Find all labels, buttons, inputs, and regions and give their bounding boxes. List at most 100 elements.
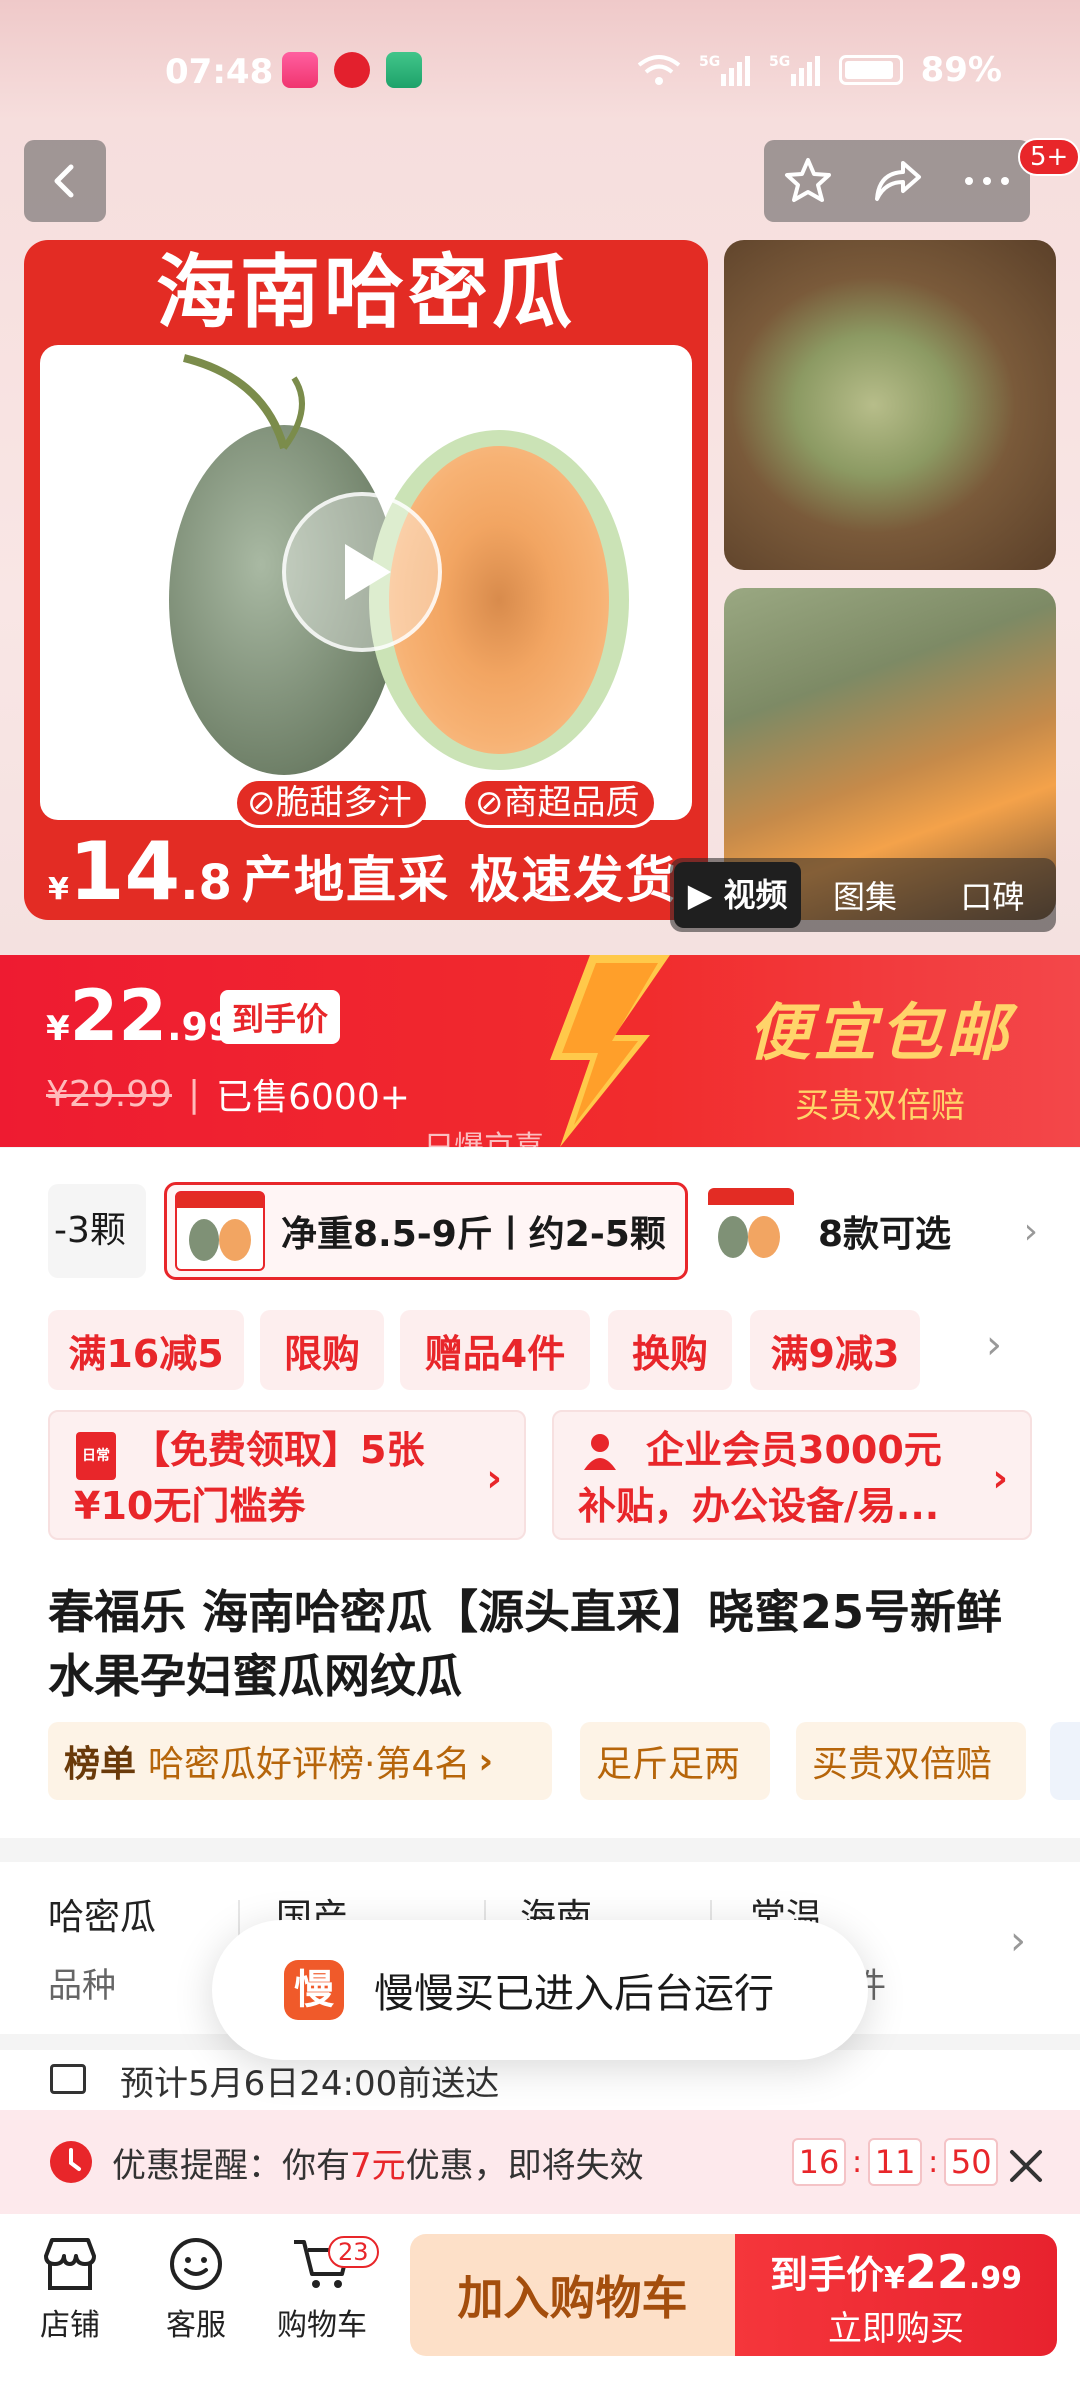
promo-text: 满16减5 xyxy=(68,1331,224,1376)
guarantee-chip: 买贵双倍赔 xyxy=(796,1722,1026,1800)
signal-icon: 5G xyxy=(699,54,750,86)
chevron-right-icon[interactable]: › xyxy=(986,1322,1002,1368)
store-icon xyxy=(44,2238,96,2290)
countdown-timer: 16: 11: 50 xyxy=(792,2138,999,2186)
chevron-right-icon: › xyxy=(1023,1210,1038,1252)
service-button[interactable]: 客服 xyxy=(136,2236,256,2344)
divider: | xyxy=(187,1073,201,1115)
activity-price-label: 活动到手价 xyxy=(48,790,189,823)
back-button[interactable] xyxy=(24,140,106,222)
chat-smile-icon xyxy=(170,2238,222,2290)
buy-symbol: ¥ xyxy=(883,2261,905,2296)
promo-tag[interactable]: 满9减3 xyxy=(750,1310,920,1390)
notification-app-icon xyxy=(334,52,370,88)
action-group xyxy=(764,140,1030,222)
price-dec: .8 xyxy=(180,855,232,911)
buy-prefix: 到手价 xyxy=(769,2253,884,2297)
promo-tag[interactable]: 限购 xyxy=(260,1310,384,1390)
shop-label: 店铺 xyxy=(40,2308,100,2343)
more-icon[interactable] xyxy=(962,171,1012,191)
status-bar: 07:48 5G 5G 89% xyxy=(0,0,1080,140)
add-to-cart-button[interactable]: 加入购物车 xyxy=(410,2234,735,2356)
signal-icon: 5G xyxy=(769,54,820,86)
buy-int: 22 xyxy=(904,2245,969,2299)
reminder-amount: 7元 xyxy=(350,2145,406,2186)
coupon-card[interactable]: 日常 【免费领取】5张 ¥10无门槛券 › xyxy=(48,1410,526,1540)
shipping-promo: 便宜包邮 买贵双倍赔 xyxy=(690,960,1070,1147)
share-icon[interactable] xyxy=(871,155,925,207)
timer-hours: 16 xyxy=(792,2138,846,2186)
cart-count-badge: 23 xyxy=(328,2236,379,2268)
timer-sep: : xyxy=(928,2144,939,2180)
status-time: 07:48 xyxy=(165,52,274,92)
reminder-suffix: 优惠，即将失效 xyxy=(405,2145,644,2186)
original-price: ¥29.99 xyxy=(46,1073,172,1115)
chip-text: 买贵双倍赔 xyxy=(812,1744,993,1785)
buy-now-button[interactable]: 到手价¥22.99 立即购买 xyxy=(735,2234,1057,2356)
sku-thumbnail xyxy=(175,1191,265,1271)
check-circle-icon: ⊘ xyxy=(247,783,276,823)
check-circle-icon: ⊘ xyxy=(475,783,504,823)
more-badge: 5+ xyxy=(1018,138,1080,176)
add-to-cart-label: 加入购物车 xyxy=(457,2271,688,2325)
tab-gallery[interactable]: 图集 xyxy=(801,872,928,918)
svg-text:5G: 5G xyxy=(769,54,790,70)
feature-badge: ⊘脆甜多汁 xyxy=(234,778,429,828)
promo-title: 便宜包邮 xyxy=(747,996,1012,1069)
wifi-icon xyxy=(637,55,680,85)
lightning-icon xyxy=(550,955,670,1147)
timer-seconds: 50 xyxy=(944,2138,999,2186)
tab-label: 视频 xyxy=(723,876,788,914)
timer-sep: : xyxy=(852,2144,863,2180)
sku-prev[interactable]: -3颗 xyxy=(48,1184,146,1278)
thumb-melon xyxy=(718,1216,748,1258)
promo-subtitle: 买贵双倍赔 xyxy=(795,1086,965,1126)
thumb-melon-cut xyxy=(219,1219,251,1261)
chevron-left-icon xyxy=(54,164,74,198)
sku-thumbnail xyxy=(708,1188,794,1274)
tab-video[interactable]: ▶ 视频 xyxy=(674,862,802,928)
feature-badge: ⊘商超品质 xyxy=(462,778,657,828)
service-label: 客服 xyxy=(166,2308,226,2343)
chevron-right-icon: › xyxy=(478,1740,494,1782)
sku-selected[interactable]: 净重8.5-9斤丨约2-5颗 xyxy=(164,1182,688,1280)
price-int: 22 xyxy=(69,975,168,1057)
chevron-right-icon: › xyxy=(992,1456,1008,1500)
promo-text: 满9减3 xyxy=(770,1331,900,1376)
battery-percent: 89% xyxy=(920,50,1002,90)
feature-text: 商超品质 xyxy=(503,783,640,823)
chevron-right-icon[interactable]: › xyxy=(1010,1918,1026,1964)
media-tabs: ▶ 视频 图集 口碑 xyxy=(670,858,1056,932)
promo-tag[interactable]: 满16减5 xyxy=(48,1310,244,1390)
star-icon[interactable] xyxy=(782,155,834,207)
spec-item: 哈密瓜 品种 xyxy=(48,1888,156,2007)
rank-chip[interactable]: 榜单 哈密瓜好评榜·第4名 › xyxy=(48,1722,552,1800)
gallery-thumb-1[interactable] xyxy=(724,240,1056,570)
coupon-line1: 企业会员3000元 xyxy=(646,1428,942,1472)
user-icon xyxy=(584,1434,616,1470)
promo-tag[interactable]: 换购 xyxy=(608,1310,732,1390)
notification-app-icon xyxy=(282,52,318,88)
shop-button[interactable]: 店铺 xyxy=(10,2236,130,2344)
promo-text: 赠品4件 xyxy=(424,1331,566,1376)
sku-more[interactable]: 8款可选 › xyxy=(708,1182,1038,1280)
background-run-toast: 慢 慢慢买已进入后台运行 xyxy=(212,1920,868,2060)
tab-reviews[interactable]: 口碑 xyxy=(929,872,1056,918)
coupon-card[interactable]: 企业会员3000元 补贴，办公设备/易... › xyxy=(552,1410,1032,1540)
product-title: 春福乐 海南哈密瓜【源头直采】晓蜜25号新鲜水果孕妇蜜瓜网纹瓜 xyxy=(48,1585,1003,1703)
current-price: ¥22.99 xyxy=(46,975,234,1057)
close-icon[interactable] xyxy=(1008,2148,1044,2184)
rank-label: 榜单 xyxy=(64,1744,137,1785)
promo-text: 限购 xyxy=(283,1331,360,1376)
play-video-button[interactable] xyxy=(282,492,442,652)
sku-count: 8款可选 xyxy=(818,1214,952,1255)
sku-label: 净重8.5-9斤丨约2-5颗 xyxy=(281,1214,666,1255)
main-product-image[interactable]: 海南哈密瓜 活动到手价 ⊘脆甜多汁 ⊘商超品质 ¥14.8 产地直采 极速发货 xyxy=(24,240,708,920)
timer-minutes: 11 xyxy=(868,2138,923,2186)
feature-text: 脆甜多汁 xyxy=(275,783,412,823)
buy-dec: .99 xyxy=(968,2261,1023,2296)
melon-stem xyxy=(183,354,305,450)
promo-tag[interactable]: 赠品4件 xyxy=(400,1310,590,1390)
spec-label: 品种 xyxy=(48,1966,116,2006)
notification-app-icon xyxy=(386,52,422,88)
